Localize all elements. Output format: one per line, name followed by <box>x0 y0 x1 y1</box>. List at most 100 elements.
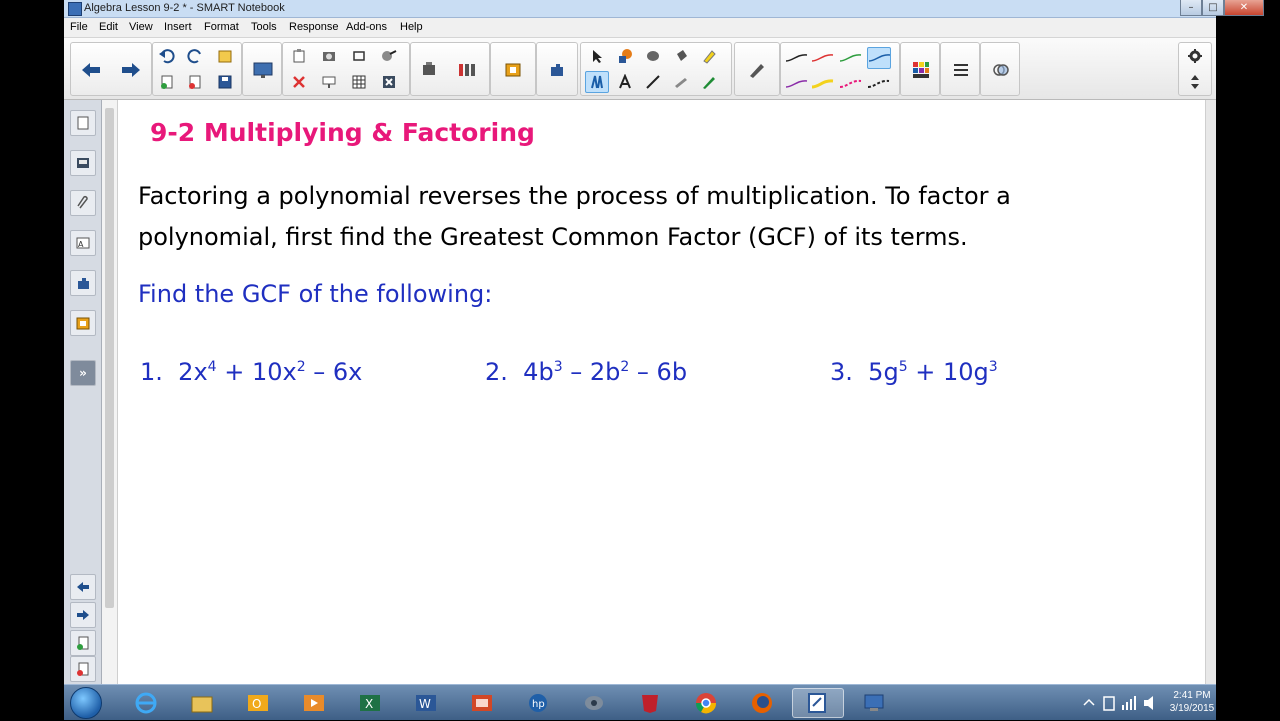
antivirus-icon[interactable] <box>624 688 676 718</box>
next-page-icon[interactable] <box>70 602 96 628</box>
minimize-button[interactable]: – <box>1180 0 1202 16</box>
start-button[interactable] <box>70 687 102 719</box>
notebook-page[interactable]: 9-2 Multiplying & Factoring Factoring a … <box>118 100 1206 684</box>
eraser-icon[interactable] <box>641 45 665 67</box>
preset-blue-line-icon[interactable] <box>867 47 891 69</box>
excel-icon[interactable]: X <box>344 688 396 718</box>
page-scrollbar[interactable] <box>1206 100 1216 684</box>
lesson-activity-tab-icon[interactable] <box>70 310 96 336</box>
menu-file[interactable]: File <box>70 21 88 33</box>
delete-page-icon[interactable] <box>155 71 179 93</box>
line-presets-group <box>780 42 900 96</box>
gallery-icon[interactable] <box>70 150 96 176</box>
preset-green-line-icon[interactable] <box>839 47 863 69</box>
intro-paragraph[interactable]: Factoring a polynomial reverses the proc… <box>138 176 1138 258</box>
full-screen-icon[interactable] <box>247 55 279 85</box>
select-icon[interactable] <box>585 45 609 67</box>
shapes-icon[interactable] <box>613 45 637 67</box>
activity-builder-icon[interactable] <box>451 55 483 85</box>
paste-icon[interactable] <box>287 45 311 67</box>
chrome-icon[interactable] <box>680 688 732 718</box>
internet-explorer-icon[interactable] <box>120 688 172 718</box>
undo-icon[interactable] <box>155 45 179 67</box>
camera-app-icon[interactable] <box>568 688 620 718</box>
clear-icon[interactable] <box>377 71 401 93</box>
smart-notebook-icon[interactable] <box>792 688 844 718</box>
menu-add-ons[interactable]: Add-ons <box>346 21 387 33</box>
insert-icon[interactable] <box>317 71 341 93</box>
sidebar-scrollbar[interactable] <box>102 100 118 684</box>
system-tray[interactable] <box>1078 689 1168 717</box>
problem-1[interactable]: 1. 2x4 + 10x2 – 6x <box>140 358 362 386</box>
document-camera-icon[interactable] <box>413 55 445 85</box>
add-ons-tab-icon[interactable] <box>70 270 96 296</box>
preset-purple-line-icon[interactable] <box>785 73 809 95</box>
system-clock[interactable]: 2:41 PM 3/19/2015 <box>1162 689 1222 715</box>
highlighter-icon[interactable] <box>697 45 721 67</box>
hp-icon[interactable]: hp <box>512 688 564 718</box>
maximize-button[interactable]: □ <box>1202 0 1224 16</box>
camera-icon[interactable] <box>317 45 341 67</box>
move-toolbar-icon[interactable] <box>1183 71 1207 93</box>
gcf-prompt[interactable]: Find the GCF of the following: <box>138 280 492 308</box>
preset-dashed-line-icon[interactable] <box>867 73 891 95</box>
page-heading[interactable]: 9-2 Multiplying & Factoring <box>150 118 535 147</box>
transparency-icon[interactable] <box>985 55 1017 85</box>
color-palette-icon[interactable] <box>905 55 937 85</box>
redo-icon[interactable] <box>183 45 207 67</box>
preset-black-line-icon[interactable] <box>785 47 809 69</box>
add-page-icon[interactable] <box>70 630 96 656</box>
term: 4b <box>523 358 554 386</box>
drawing-tools-group <box>580 42 732 96</box>
save-icon[interactable] <box>183 71 207 93</box>
text-icon[interactable] <box>613 71 637 93</box>
page-sorter-icon[interactable] <box>70 110 96 136</box>
menu-format[interactable]: Format <box>204 21 239 33</box>
menu-help[interactable]: Help <box>400 21 423 33</box>
lesson-activity-icon[interactable] <box>497 55 529 85</box>
pen-type-icon[interactable] <box>741 55 773 85</box>
scrollbar-thumb[interactable] <box>105 108 114 608</box>
magic-pen-icon[interactable] <box>669 71 693 93</box>
outlook-icon[interactable]: O <box>232 688 284 718</box>
problem-3[interactable]: 3. 5g5 + 10g3 <box>830 358 998 386</box>
media-player-icon[interactable] <box>288 688 340 718</box>
preset-red-line-icon[interactable] <box>811 47 835 69</box>
problem-2[interactable]: 2. 4b3 – 2b2 – 6b <box>485 358 687 386</box>
properties-icon[interactable]: A <box>70 230 96 256</box>
firefox-icon[interactable] <box>736 688 788 718</box>
screen-shade-icon[interactable] <box>213 71 237 93</box>
fill-icon[interactable] <box>669 45 693 67</box>
windows-taskbar: O X W hp 2:41 PM 3/19/2015 <box>64 684 1216 720</box>
link-icon[interactable] <box>377 45 401 67</box>
table-icon[interactable] <box>347 71 371 93</box>
settings-icon[interactable] <box>1183 45 1207 67</box>
line-icon[interactable] <box>641 71 665 93</box>
powerpoint-icon[interactable] <box>456 688 508 718</box>
creative-pen-icon[interactable] <box>585 71 609 93</box>
delete-icon[interactable] <box>287 71 311 93</box>
pen-icon[interactable] <box>697 71 721 93</box>
preset-pink-line-icon[interactable] <box>839 73 863 95</box>
new-page-icon[interactable] <box>213 45 237 67</box>
attachments-icon[interactable] <box>70 190 96 216</box>
previous-page-icon[interactable] <box>70 574 96 600</box>
line-style-icon[interactable] <box>945 55 977 85</box>
forward-arrow-icon[interactable] <box>115 55 147 85</box>
menu-view[interactable]: View <box>129 21 153 33</box>
svg-text:X: X <box>365 697 373 711</box>
back-arrow-icon[interactable] <box>75 55 107 85</box>
expand-tabs-button[interactable]: » <box>70 360 96 386</box>
menu-insert[interactable]: Insert <box>164 21 192 33</box>
record-icon[interactable] <box>347 45 371 67</box>
close-button[interactable]: ✕ <box>1224 0 1264 16</box>
add-ons-icon[interactable] <box>541 55 573 85</box>
delete-page-sidebar-icon[interactable] <box>70 656 96 682</box>
menu-edit[interactable]: Edit <box>99 21 118 33</box>
file-explorer-icon[interactable] <box>176 688 228 718</box>
word-icon[interactable]: W <box>400 688 452 718</box>
preset-yellow-line-icon[interactable] <box>811 73 835 95</box>
menu-tools[interactable]: Tools <box>251 21 277 33</box>
menu-response[interactable]: Response <box>289 21 339 33</box>
remote-desktop-icon[interactable] <box>848 688 900 718</box>
